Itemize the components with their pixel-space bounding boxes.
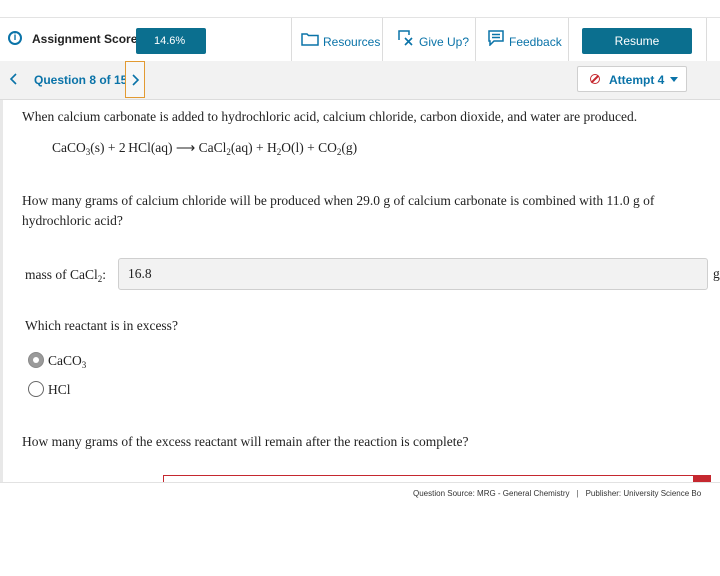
next-question-button[interactable]	[125, 61, 145, 98]
question-footer: Question Source: MRG - General Chemistry…	[413, 489, 701, 498]
give-up-button[interactable]: Give Up?	[383, 18, 475, 62]
question-number[interactable]: Question 8 of 15	[34, 73, 127, 87]
caret-down-icon	[670, 77, 678, 82]
previous-question-icon[interactable]	[7, 71, 21, 87]
feedback-icon	[488, 30, 504, 46]
question-prompt-line-2: hydrochloric acid?	[22, 213, 123, 228]
give-up-icon	[398, 30, 413, 46]
resources-label: Resources	[323, 35, 381, 49]
question-content	[0, 100, 720, 480]
no-entry-icon	[590, 74, 600, 84]
footer-separator: |	[576, 489, 579, 498]
resume-button[interactable]: Resume	[582, 28, 692, 54]
question-navigation: Question 8 of 15 Attempt 4	[0, 61, 720, 100]
mass-unit: g	[713, 266, 720, 281]
content-divider	[0, 482, 720, 483]
feedback-label: Feedback	[509, 35, 562, 49]
toolbar-divider	[568, 18, 569, 62]
top-toolbar: i Assignment Score: 14.6% Resources Give…	[0, 17, 720, 63]
question-intro: When calcium carbonate is added to hydro…	[22, 109, 638, 124]
chevron-right-icon	[132, 74, 140, 86]
mass-label: mass of CaCl2:	[25, 267, 107, 284]
mass-answer-input[interactable]: 16.8	[118, 258, 708, 290]
attempt-label: Attempt 4	[609, 73, 665, 87]
toolbar-divider	[706, 18, 707, 62]
question-source: Question Source: MRG - General Chemistry	[413, 489, 570, 498]
attempt-dropdown[interactable]: Attempt 4	[577, 66, 687, 92]
chemical-equation: CaCO3(s) + 2 HCl(aq) ⟶ CaCl2(aq) + H2O(l…	[52, 140, 358, 157]
resources-button[interactable]: Resources	[292, 18, 382, 62]
info-icon[interactable]: i	[8, 31, 22, 45]
give-up-label: Give Up?	[419, 35, 470, 49]
publisher: Publisher: University Science Bo	[585, 489, 702, 498]
option-caco3-label[interactable]: CaCO3	[48, 353, 86, 370]
assignment-score-label: Assignment Score:	[32, 32, 142, 46]
remaining-question: How many grams of the excess reactant wi…	[22, 434, 469, 449]
folder-icon	[301, 33, 319, 46]
error-icon	[693, 475, 711, 482]
radio-hcl[interactable]	[28, 381, 44, 397]
remaining-answer-input[interactable]	[163, 475, 711, 482]
excess-question: Which reactant is in excess?	[25, 318, 178, 333]
assignment-score-badge: 14.6%	[136, 28, 206, 54]
content-left-border	[0, 100, 3, 482]
radio-caco3[interactable]	[28, 352, 44, 368]
feedback-button[interactable]: Feedback	[476, 18, 568, 62]
option-hcl-label[interactable]: HCl	[48, 382, 71, 398]
question-prompt-line-1: How many grams of calcium chloride will …	[22, 193, 655, 208]
